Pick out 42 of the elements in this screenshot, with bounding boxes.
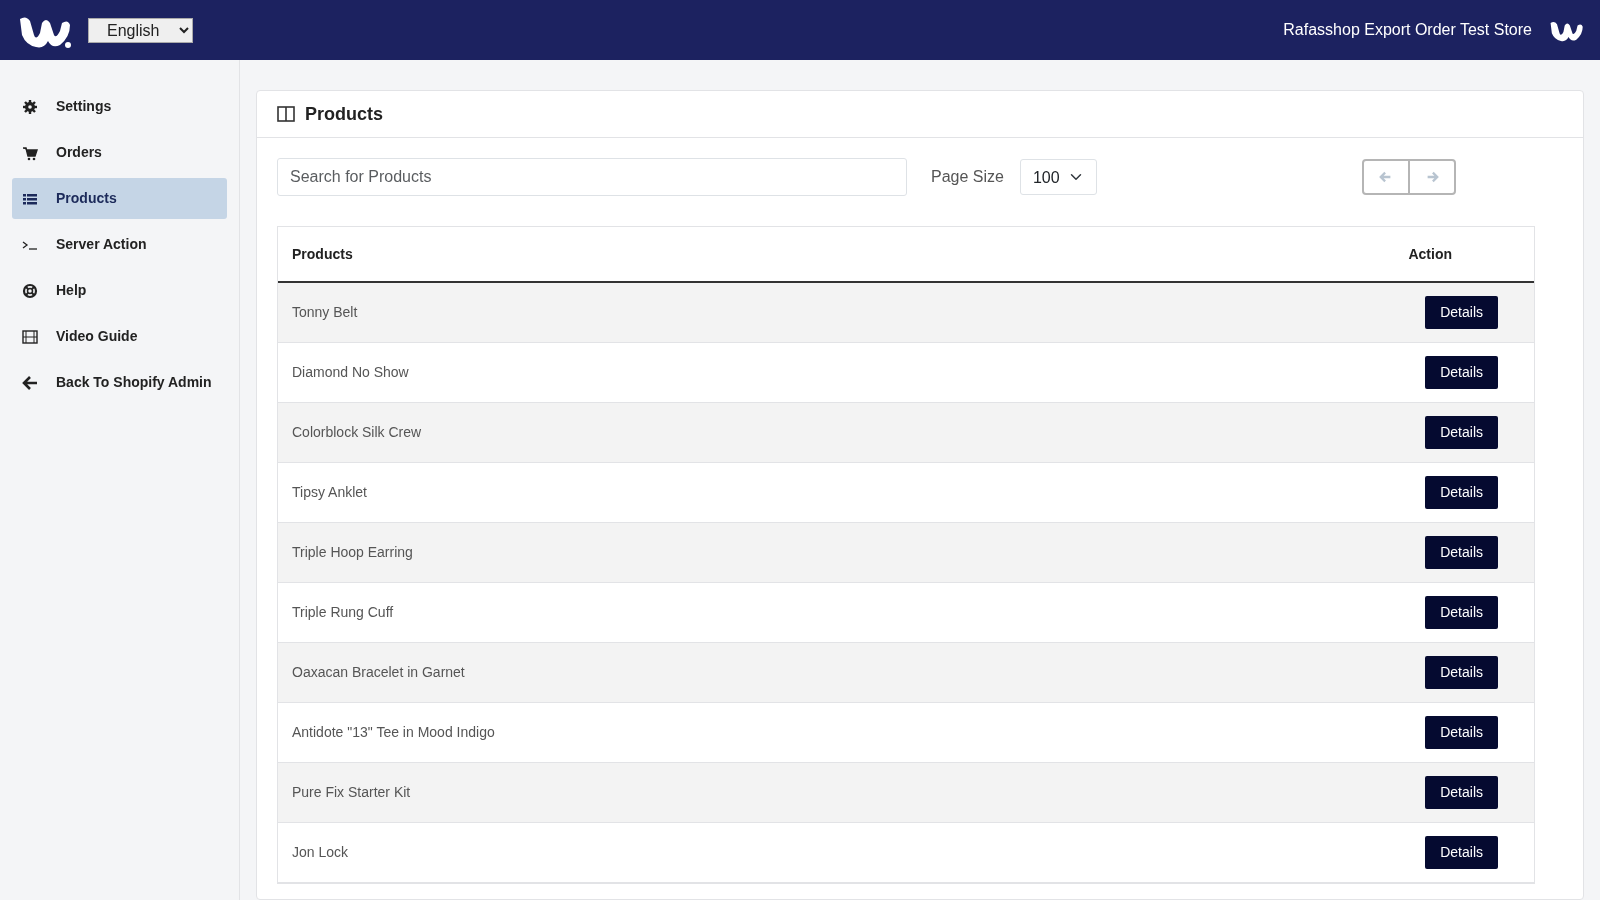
panel-title: Products	[305, 102, 383, 126]
cart-icon	[22, 144, 38, 161]
product-name: Colorblock Silk Crew	[292, 423, 422, 442]
arrow-left-icon	[22, 374, 38, 391]
details-button[interactable]: Details	[1425, 476, 1498, 509]
sidebar-item[interactable]: Help	[12, 270, 227, 311]
details-button[interactable]: Details	[1425, 836, 1498, 869]
details-button[interactable]: Details	[1425, 596, 1498, 629]
details-button[interactable]: Details	[1425, 416, 1498, 449]
page-size-label: Page Size	[931, 167, 1004, 187]
sidebar-item[interactable]: Orders	[12, 132, 227, 173]
language-select[interactable]: English	[88, 17, 193, 43]
details-button[interactable]: Details	[1425, 356, 1498, 389]
column-header: Action	[1408, 244, 1452, 264]
film-icon	[22, 328, 38, 345]
product-name: Triple Hoop Earring	[292, 543, 413, 562]
settings-icon	[22, 98, 38, 115]
details-button[interactable]: Details	[1425, 776, 1498, 809]
sidebar-item[interactable]: Products	[12, 178, 227, 219]
product-name: Antidote "13" Tee in Mood Indigo	[292, 723, 495, 742]
product-name: Tipsy Anklet	[292, 483, 367, 502]
store-name: Rafasshop Export Order Test Store	[1283, 20, 1532, 40]
arrow-left-icon	[1378, 170, 1393, 184]
lifebuoy-icon	[22, 282, 38, 299]
sidebar-item[interactable]: Video Guide	[12, 316, 227, 357]
details-button[interactable]: Details	[1425, 536, 1498, 569]
details-button[interactable]: Details	[1425, 296, 1498, 329]
columns-icon	[277, 106, 295, 122]
sidebar-item[interactable]: Back To Shopify Admin	[12, 362, 227, 403]
column-header: Products	[292, 244, 353, 264]
sidebar-item[interactable]: Settings	[12, 86, 227, 127]
search-field[interactable]: Search for Products	[277, 158, 907, 196]
product-name: Oaxacan Bracelet in Garnet	[292, 663, 465, 682]
details-button[interactable]: Details	[1425, 656, 1498, 689]
product-name: Triple Rung Cuff	[292, 603, 394, 622]
product-name: Diamond No Show	[292, 363, 409, 382]
product-name: Tonny Belt	[292, 303, 358, 322]
page-size-select[interactable]: 100	[1019, 159, 1097, 195]
product-name: Jon Lock	[292, 843, 349, 862]
sidebar-item[interactable]: Server Action	[12, 224, 227, 265]
product-name: Pure Fix Starter Kit	[292, 783, 411, 802]
details-button[interactable]: Details	[1425, 716, 1498, 749]
